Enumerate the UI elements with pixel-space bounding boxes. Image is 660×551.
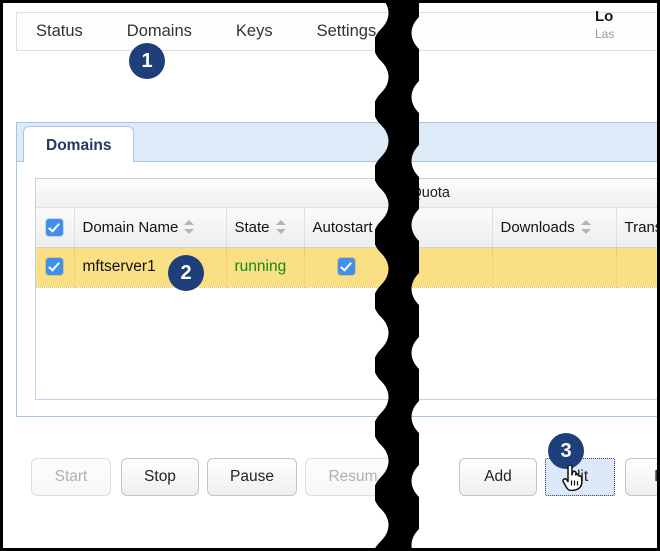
- step-badge-3: 3: [548, 433, 584, 469]
- row-downloads-cell: [492, 247, 616, 287]
- sort-arrows-icon[interactable]: [184, 220, 194, 234]
- header-domain-name-label: Domain Name: [83, 219, 179, 236]
- nav-item-list: Status Domains Keys Settings: [17, 13, 660, 50]
- header-state-wrap: State: [227, 219, 304, 236]
- quota-group-label: Quota: [389, 185, 660, 201]
- stop-button[interactable]: Stop: [121, 458, 199, 496]
- header-autostart-label: Autostart: [313, 219, 373, 236]
- header-domain-name[interactable]: Domain Name: [74, 207, 226, 247]
- table-group-header-row: Quota: [36, 179, 660, 207]
- row-select-wrap: [36, 258, 74, 276]
- step-badge-2: 2: [168, 255, 204, 291]
- sort-arrows-icon[interactable]: [276, 220, 286, 234]
- nav-item-domains[interactable]: Domains: [127, 23, 192, 40]
- header-domain-name-wrap: Domain Name: [75, 219, 226, 236]
- resume-button[interactable]: Resum: [305, 458, 401, 496]
- group-header-empty: [36, 179, 388, 207]
- screenshot-root: Status Domains Keys Settings Lo Las Doma…: [0, 0, 660, 551]
- header-state[interactable]: State: [226, 207, 304, 247]
- row-autostart-wrap: [305, 258, 388, 276]
- header-downloads-wrap: Downloads: [493, 219, 616, 236]
- nav-item-status[interactable]: Status: [36, 23, 83, 40]
- table-row[interactable]: mftserver1 running: [36, 247, 660, 287]
- row-state-value: running: [227, 258, 304, 276]
- header-autostart-wrap: Autostart: [305, 219, 388, 236]
- tab-domains[interactable]: Domains: [23, 126, 134, 164]
- header-select-all-wrap: [36, 219, 74, 236]
- header-autostart[interactable]: Autostart: [304, 207, 388, 247]
- top-navigation-bar: Status Domains Keys Settings: [16, 12, 660, 51]
- header-downloads[interactable]: Downloads: [492, 207, 616, 247]
- header-transfers[interactable]: Transfers: [616, 207, 660, 247]
- header-transfers-label: Transfers: [625, 219, 660, 236]
- header-transfers-wrap: Transfers: [617, 219, 660, 236]
- pause-button[interactable]: Pause: [207, 458, 297, 496]
- row-autostart-checkbox[interactable]: [338, 258, 355, 275]
- header-c-column-label: C: [397, 219, 408, 236]
- nav-item-settings[interactable]: Settings: [317, 23, 377, 40]
- step-badge-1: 1: [129, 43, 165, 79]
- panel-body: Quota Domain Name: [16, 162, 660, 417]
- account-area: Lo Las: [595, 8, 660, 42]
- domains-table: Quota Domain Name: [36, 179, 660, 288]
- tab-domains-label: Domains: [46, 137, 111, 155]
- row-select-checkbox[interactable]: [46, 258, 63, 275]
- add-button[interactable]: Add: [459, 458, 537, 496]
- delete-button[interactable]: De: [625, 458, 660, 496]
- tab-strip: Domains: [16, 122, 660, 162]
- group-header-quota: Quota: [388, 179, 660, 207]
- row-autostart-cell: [304, 247, 388, 287]
- domains-grid: Quota Domain Name: [35, 178, 660, 400]
- domains-panel: Domains: [16, 122, 660, 417]
- header-state-label: State: [235, 219, 270, 236]
- row-transfers-cell: [616, 247, 660, 287]
- header-downloads-label: Downloads: [501, 219, 575, 236]
- logout-link[interactable]: Lo: [595, 8, 660, 27]
- nav-item-keys[interactable]: Keys: [236, 23, 273, 40]
- header-c-column-wrap: C: [389, 219, 492, 236]
- last-login-text: Las: [595, 27, 660, 43]
- row-select-cell: [36, 247, 74, 287]
- header-c-column[interactable]: C: [388, 207, 492, 247]
- start-button[interactable]: Start: [31, 458, 111, 496]
- row-state-cell: running: [226, 247, 304, 287]
- row-c-column-cell: [388, 247, 492, 287]
- header-select-all-cell: [36, 207, 74, 247]
- sort-arrows-icon[interactable]: [581, 220, 591, 234]
- table-header-row: Domain Name State Auto: [36, 207, 660, 247]
- select-all-checkbox[interactable]: [46, 219, 63, 236]
